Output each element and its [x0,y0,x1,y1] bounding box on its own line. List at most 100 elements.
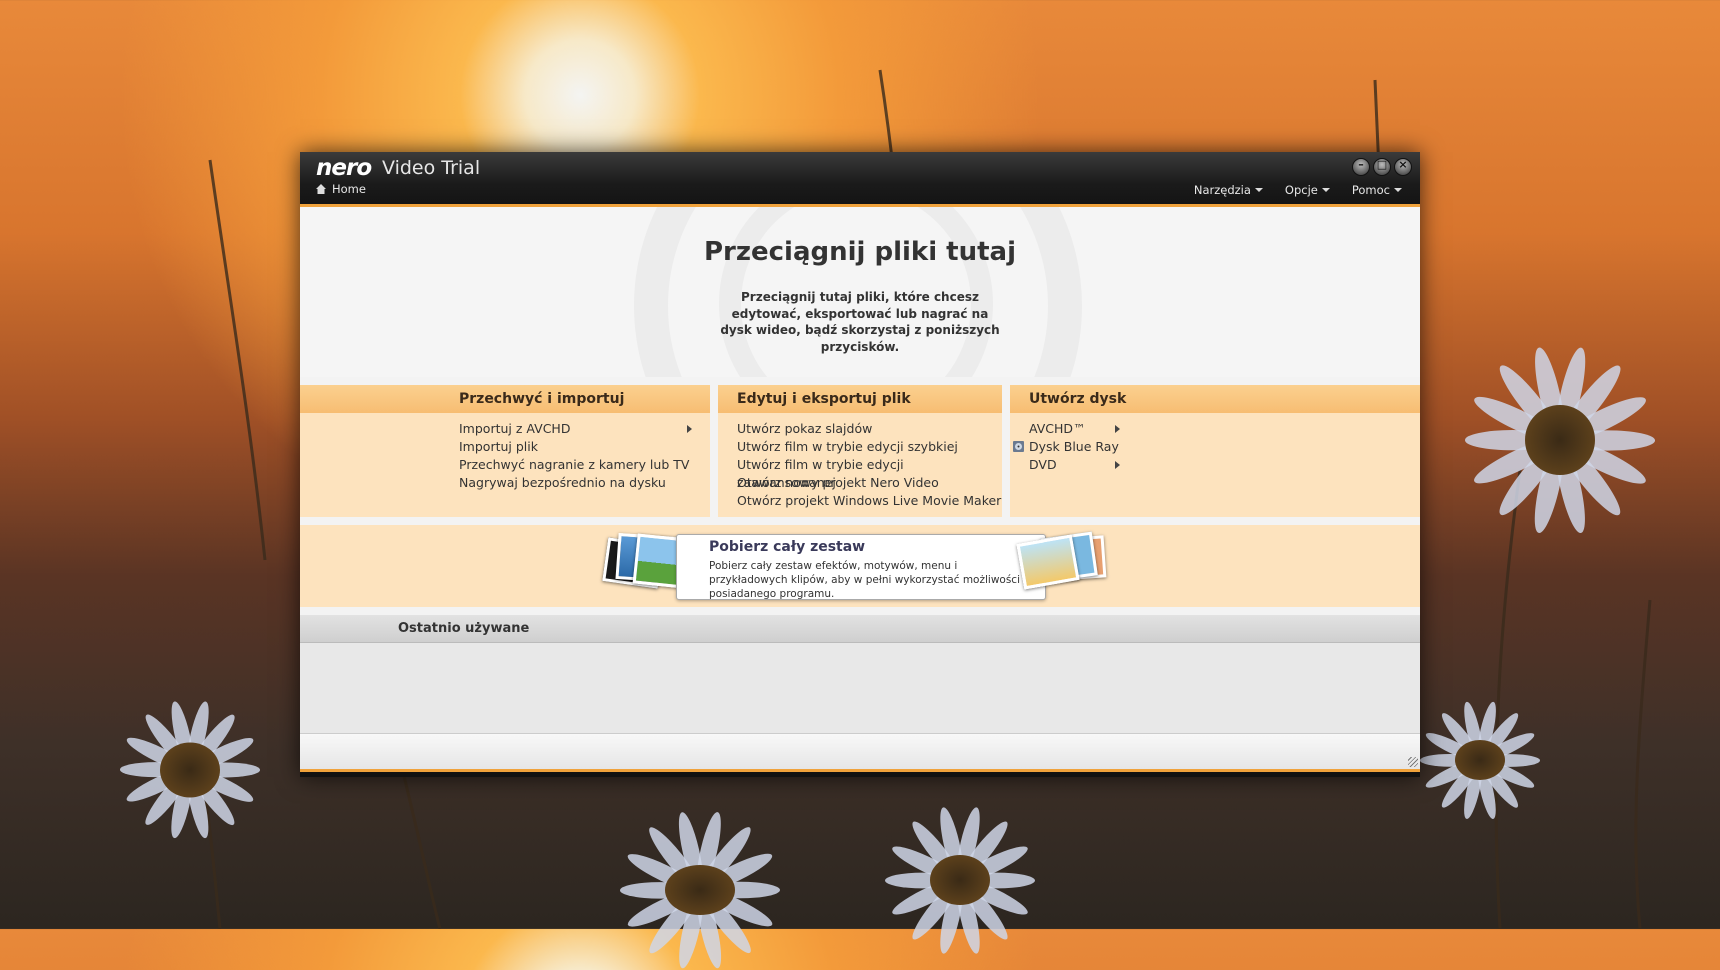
disc-icon [1012,440,1025,453]
recent-list[interactable] [300,643,1420,734]
daisy-petal [693,822,757,896]
maximize-button[interactable]: □ [1373,158,1391,176]
daisy-petal [1552,433,1628,521]
photo-thumbnail [1016,534,1080,590]
daisy-petal [1423,754,1483,792]
download-bundle-button[interactable]: Pobierz cały zestaw Pobierz cały zestaw … [676,534,1046,600]
daisy-petal [120,762,190,778]
menu-label: Narzędzia [1193,183,1251,197]
panel-title: Utwórz dysk [1010,385,1420,413]
menu-item-import-file[interactable]: Importuj plik [459,438,710,456]
daisy-petal [885,872,960,888]
daisy-petal [952,805,985,882]
item-label: DVD [1029,457,1057,472]
daisy-petal [1477,728,1537,766]
menu-item-blu-ray[interactable]: Dysk Blue Ray [1013,438,1420,456]
home-button[interactable]: Home [316,182,366,196]
app-window: nero Video Trial Home Narzędzia Opcje Po… [300,152,1420,777]
item-label: AVCHD™ [1029,421,1086,436]
daisy-petal [1437,756,1485,811]
menu-item-import-avchd[interactable]: Importuj z AVCHD [459,420,710,438]
menu-item-capture-camera[interactable]: Przechwyć nagranie z kamery lub TV [459,456,710,474]
close-button[interactable]: × [1394,158,1412,176]
promo-title: Pobierz cały zestaw [709,539,866,555]
daisy-petal [186,763,257,807]
daisy-petal [182,700,213,772]
daisy-petal [1550,345,1591,443]
panel-create-disc: Utwórz dysk AVCHD™ Dysk Blue Ray DVD [1010,385,1420,517]
menu-item-record-direct[interactable]: Nagrywaj bezpośrednio na dysku [459,474,710,492]
action-panels: Przechwyć i importuj Importuj z AVCHD Im… [300,385,1420,517]
daisy-petal [1473,758,1500,820]
daisy-petal [1555,431,1650,491]
daisy-petal [907,875,967,944]
minimize-button[interactable]: – [1352,158,1370,176]
panel-capture-import: Przechwyć i importuj Importuj z AVCHD Im… [300,385,710,517]
item-label: Importuj plik [459,439,538,454]
menu-opcje[interactable]: Opcje [1285,183,1330,197]
menu-item-open-wlmm[interactable]: Otwórz projekt Windows Live Movie Maker [737,492,1002,510]
daisy-petal [123,733,194,777]
panel-title: Edytuj i eksportuj plik [718,385,1002,413]
caret-down-icon [1321,188,1330,192]
daisy-petal [1492,433,1568,521]
item-label: Utwórz film w trybie edycji szybkiej [737,439,958,454]
panel-edit-export: Edytuj i eksportuj plik Utwórz pokaz sla… [718,385,1002,517]
item-label: Otwórz projekt Windows Live Movie Maker [737,493,1002,508]
menu-item-quick-edit[interactable]: Utwórz film w trybie edycji szybkiej [737,438,1002,456]
main-content: Przeciągnij pliki tutaj Przeciągnij tuta… [300,207,1420,772]
daisy-petal [1550,437,1591,535]
daisy-petal [624,847,704,898]
menu-item-slideshow[interactable]: Utwórz pokaz slajdów [737,420,1002,438]
daisy-petal [1475,756,1523,811]
daisy-petal [182,768,213,840]
recent-header: Ostatnio używane [300,615,1420,643]
daisy-petal [960,872,1035,888]
drop-zone-title: Przeciągnij pliki tutaj [703,237,1017,267]
daisy-petal [620,881,700,899]
item-label: Nagrywaj bezpośrednio na dysku [459,475,666,490]
caret-down-icon [1394,188,1402,192]
daisy-petal [1480,753,1540,767]
menu-pomoc[interactable]: Pomoc [1352,183,1402,197]
daisy-petal [1477,754,1537,792]
item-label: Importuj z AVCHD [459,421,571,436]
menu-item-new-project[interactable]: Otwórz nowy projekt Nero Video [737,474,1002,492]
window-title: Video Trial [382,157,481,179]
daisy-petal [1437,709,1485,764]
daisy-petal [186,733,257,777]
photo-stack-right [1015,529,1115,591]
daisy-petal [1420,753,1480,767]
daisy-petal [935,805,968,882]
resize-grip-icon[interactable] [1408,757,1418,767]
daisy-petal [956,872,1031,920]
daisy-petal [696,882,776,933]
daisy-petal [1465,430,1560,450]
daisy-petal [953,816,1013,885]
daisy-petal [184,765,240,830]
daisy-petal [167,700,198,772]
daisy-petal [643,822,707,896]
daisy-petal [167,768,198,840]
daisy-petal [674,888,709,970]
daisy-petal [953,875,1013,944]
menu-item-dvd[interactable]: DVD [1029,456,1420,474]
promo-banner: Pobierz cały zestaw Pobierz cały zestaw … [300,525,1420,607]
daisy-petal [1492,359,1568,447]
submenu-arrow-icon [1115,425,1120,433]
menu-narzedzia[interactable]: Narzędzia [1194,183,1263,197]
daisy-petal [643,884,707,958]
daisy-petal [1423,728,1483,766]
menu-item-advanced-edit[interactable]: Utwórz film w trybie edycji zaawansowane… [737,456,1002,490]
daisy-petal [1555,389,1650,449]
drop-zone[interactable]: Przeciągnij pliki tutaj Przeciągnij tuta… [300,207,1420,377]
home-label: Home [332,182,366,196]
daisy-petal [935,878,968,955]
recent-title: Ostatnio używane [398,621,530,636]
title-bar[interactable]: nero Video Trial Home Narzędzia Opcje Po… [300,152,1420,207]
daisy-petal [696,847,776,898]
daisy-petal [952,878,985,955]
daisy-petal [1552,359,1628,447]
daisy-petal [1473,700,1500,762]
menu-item-avchd-disc[interactable]: AVCHD™ [1029,420,1420,438]
